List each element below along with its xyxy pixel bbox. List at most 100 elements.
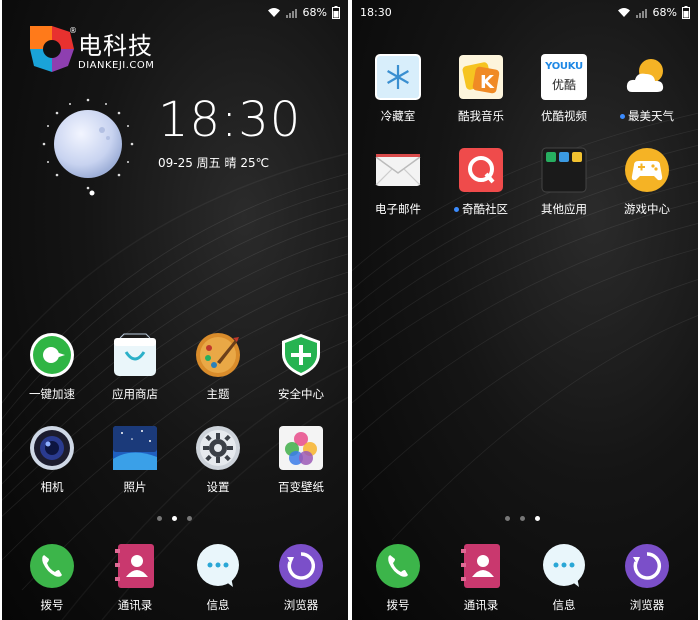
security-shield-icon — [278, 332, 324, 378]
contacts-icon — [112, 543, 158, 589]
app-label: 信息 — [206, 598, 230, 612]
app-game-center[interactable]: 游戏中心 — [612, 147, 682, 217]
camera-icon — [29, 425, 75, 471]
app-store-icon — [112, 332, 158, 378]
app-weather[interactable]: 最美天气 — [612, 54, 682, 124]
app-freezer[interactable]: 冷藏室 — [363, 54, 433, 124]
app-label: 一键加速 — [29, 387, 75, 401]
battery-icon — [332, 6, 340, 19]
app-security-center[interactable]: 安全中心 — [266, 332, 336, 402]
svg-text:K: K — [480, 72, 495, 93]
app-wallpaper[interactable]: 百变壁纸 — [266, 425, 336, 495]
theme-palette-icon — [195, 332, 241, 378]
kuwo-music-icon: K — [458, 54, 504, 100]
app-label: 浏览器 — [629, 598, 665, 612]
dock-messages[interactable]: 信息 — [529, 543, 599, 613]
messages-icon — [195, 543, 241, 589]
status-time: 18:30 — [360, 6, 392, 19]
app-label: 冷藏室 — [380, 109, 416, 123]
app-label: 最美天气 — [628, 109, 674, 123]
game-center-icon — [624, 147, 670, 193]
watermark-logo: ® 电科技 DIANKEJI.COM — [30, 26, 180, 76]
speed-boost-icon — [29, 332, 75, 378]
app-label: 拨号 — [40, 598, 64, 612]
phone-icon — [375, 543, 421, 589]
browser-icon — [624, 543, 670, 589]
phone-icon — [29, 543, 75, 589]
folder-other-apps[interactable]: 其他应用 — [529, 147, 599, 217]
dock-contacts[interactable]: 通讯录 — [100, 543, 170, 613]
app-settings[interactable]: 设置 — [183, 425, 253, 495]
logo-text: 电科技 — [78, 32, 153, 60]
new-badge-dot — [454, 207, 459, 212]
dock-phone[interactable]: 拨号 — [363, 543, 433, 613]
app-label: 照片 — [123, 480, 147, 494]
page-dot[interactable] — [520, 516, 525, 521]
logo-url: DIANKEJI.COM — [78, 60, 155, 71]
email-icon — [375, 147, 421, 193]
app-theme[interactable]: 主题 — [183, 332, 253, 402]
qiku-community-icon — [458, 147, 504, 193]
other-apps-folder-icon — [541, 147, 587, 193]
browser-icon — [278, 543, 324, 589]
page-indicator[interactable] — [157, 516, 192, 521]
status-bar: 18:30 68% — [352, 0, 698, 26]
battery-icon — [682, 6, 690, 19]
wallpaper-icon — [278, 425, 324, 471]
weather-moon-widget[interactable] — [40, 96, 136, 196]
youku-video-icon: YOUKU 优酷 — [541, 54, 587, 100]
app-label: 奇酷社区 — [462, 202, 508, 216]
messages-icon — [541, 543, 587, 589]
widget-page-dot — [89, 190, 95, 196]
weather-icon — [624, 54, 670, 100]
clock-time[interactable]: 18:30 — [158, 92, 301, 148]
freezer-icon — [375, 54, 421, 100]
app-label: 主题 — [206, 387, 230, 401]
home-screen-left: 68% ® 电科技 DIANKEJI.COM 18:30 09-25 周五 晴 … — [2, 0, 348, 620]
app-label: 电子邮件 — [375, 202, 421, 216]
moon-icon — [42, 98, 134, 190]
wifi-icon — [267, 8, 280, 17]
settings-gear-icon — [195, 425, 241, 471]
dock-browser[interactable]: 浏览器 — [612, 543, 682, 613]
dock-messages[interactable]: 信息 — [183, 543, 253, 613]
dock-browser[interactable]: 浏览器 — [266, 543, 336, 613]
app-label: 酷我音乐 — [458, 109, 504, 123]
page-dot[interactable] — [187, 516, 192, 521]
battery-percent: 68% — [302, 6, 327, 19]
page-dot[interactable] — [505, 516, 510, 521]
app-qiku-community[interactable]: 奇酷社区 — [446, 147, 516, 217]
status-bar: 68% — [2, 0, 348, 26]
app-youku-video[interactable]: YOUKU 优酷 优酷视频 — [529, 54, 599, 124]
app-label: 拨号 — [386, 598, 410, 612]
dock-phone[interactable]: 拨号 — [17, 543, 87, 613]
contacts-icon — [458, 543, 504, 589]
page-dot-active[interactable] — [172, 516, 177, 521]
app-label: 浏览器 — [283, 598, 319, 612]
new-badge-dot — [620, 114, 625, 119]
app-label: 信息 — [552, 598, 576, 612]
app-label: 相机 — [40, 480, 64, 494]
dock-contacts[interactable]: 通讯录 — [446, 543, 516, 613]
home-screen-right: 18:30 68% 冷藏室 K 酷我音乐 YOUKU 优酷 优酷视频 最美天气 … — [352, 0, 698, 620]
app-photos[interactable]: 照片 — [100, 425, 170, 495]
app-label: 应用商店 — [112, 387, 158, 401]
app-kuwo-music[interactable]: K 酷我音乐 — [446, 54, 516, 124]
app-camera[interactable]: 相机 — [17, 425, 87, 495]
app-app-store[interactable]: 应用商店 — [100, 332, 170, 402]
app-label: 通讯录 — [117, 598, 153, 612]
app-label: 设置 — [206, 480, 230, 494]
app-label: 百变壁纸 — [278, 480, 324, 494]
page-indicator[interactable] — [505, 516, 540, 521]
page-dot-active[interactable] — [535, 516, 540, 521]
app-email[interactable]: 电子邮件 — [363, 147, 433, 217]
battery-percent: 68% — [652, 6, 677, 19]
page-dot[interactable] — [157, 516, 162, 521]
app-speed-boost[interactable]: 一键加速 — [17, 332, 87, 402]
diankeji-logo-icon — [30, 26, 74, 72]
app-label: 优酷视频 — [541, 109, 587, 123]
wifi-icon — [617, 8, 630, 17]
clock-date-weather: 09-25 周五 晴 25℃ — [158, 156, 270, 170]
app-label: 其他应用 — [541, 202, 587, 216]
signal-icon — [285, 8, 297, 18]
